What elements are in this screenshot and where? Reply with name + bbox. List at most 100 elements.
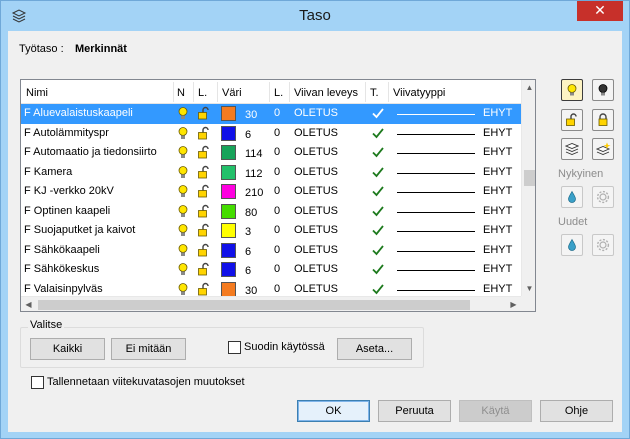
- horizontal-scrollbar[interactable]: ◀ ▶: [21, 296, 521, 311]
- line-width-value: 0: [274, 107, 281, 119]
- scroll-down-arrow-icon[interactable]: ▼: [522, 281, 535, 296]
- color-swatch[interactable]: [221, 164, 236, 180]
- layer-name: F Optinen kaapeli: [24, 204, 111, 217]
- current-settings-button: [592, 186, 614, 208]
- checkmark-icon[interactable]: [371, 204, 385, 218]
- scroll-left-arrow-icon[interactable]: ◀: [21, 297, 36, 311]
- line-width-value: 0: [274, 204, 281, 217]
- lightbulb-icon[interactable]: [176, 184, 190, 199]
- checkmark-icon[interactable]: [371, 223, 385, 237]
- filter-checkbox[interactable]: [228, 341, 241, 354]
- scroll-right-arrow-icon[interactable]: ▶: [506, 297, 521, 311]
- color-swatch[interactable]: [221, 223, 236, 238]
- lock-layer-button[interactable]: [592, 109, 614, 131]
- help-button[interactable]: Ohje: [540, 400, 613, 422]
- lightbulb-icon[interactable]: [176, 106, 190, 121]
- cancel-button[interactable]: Peruuta: [378, 400, 451, 422]
- vertical-scroll-thumb[interactable]: [524, 170, 535, 186]
- table-row[interactable]: F Sähkökaapeli 6 0 OLETUS EHYT: [21, 241, 521, 261]
- select-none-button[interactable]: Ei mitään: [111, 338, 186, 360]
- padlock-icon[interactable]: [197, 145, 211, 160]
- checkmark-icon[interactable]: [371, 145, 385, 159]
- table-row[interactable]: F Sähkökeskus 6 0 OLETUS EHYT: [21, 260, 521, 280]
- table-row[interactable]: F Automaatio ja tiedonsiirto 114 0 OLETUS EH…: [21, 143, 521, 163]
- lightbulb-icon[interactable]: [176, 243, 190, 258]
- scroll-up-arrow-icon[interactable]: ▲: [522, 80, 535, 95]
- table-row[interactable]: F Suojaputket ja kaivot 3 0 OLETUS EHYT: [21, 221, 521, 241]
- color-swatch[interactable]: [221, 145, 236, 160]
- column-header-name[interactable]: Nimi: [26, 87, 48, 101]
- horizontal-scroll-thumb[interactable]: [38, 300, 470, 310]
- linetype-preview: [397, 192, 475, 193]
- select-all-button[interactable]: Kaikki: [30, 338, 105, 360]
- lightbulb-icon[interactable]: [176, 204, 190, 219]
- lightbulb-icon[interactable]: [176, 126, 190, 141]
- checkmark-icon[interactable]: [371, 165, 385, 179]
- hide-layer-button[interactable]: [592, 79, 614, 101]
- column-header-linewidth[interactable]: Viivan leveys: [294, 87, 358, 101]
- table-row[interactable]: F KJ -verkko 20kV 210 0 OLETUS EHYT: [21, 182, 521, 202]
- padlock-icon[interactable]: [197, 262, 211, 277]
- column-header-linewidth-short[interactable]: L.: [274, 87, 283, 101]
- layer-properties-button[interactable]: [561, 138, 583, 160]
- layer-name: F KJ -verkko 20kV: [24, 185, 114, 197]
- color-swatch[interactable]: [221, 106, 236, 121]
- lightbulb-icon[interactable]: [176, 223, 190, 238]
- new-layer-button[interactable]: [592, 138, 614, 160]
- layer-name: F Autolämmityspr: [24, 126, 109, 139]
- close-button[interactable]: ✕: [577, 1, 623, 21]
- vertical-scrollbar[interactable]: ▲ ▼: [521, 80, 535, 296]
- padlock-icon[interactable]: [197, 223, 211, 238]
- color-index: 6: [245, 128, 252, 141]
- line-width-name: OLETUS: [294, 107, 339, 119]
- checkmark-icon[interactable]: [371, 106, 385, 120]
- padlock-icon[interactable]: [197, 126, 211, 141]
- layer-grid[interactable]: Nimi N L. Väri L. Viivan leveys T. Viiva…: [20, 79, 536, 312]
- table-row[interactable]: F Aluevalaistuskaapeli 30 0 OLETUS EHYT: [21, 104, 521, 124]
- color-swatch[interactable]: [221, 262, 236, 277]
- color-swatch[interactable]: [221, 125, 236, 141]
- column-header-print[interactable]: T.: [370, 87, 379, 101]
- save-reference-layers-checkbox[interactable]: [31, 376, 44, 389]
- set-filter-button[interactable]: Aseta...: [337, 338, 412, 360]
- column-header-locked[interactable]: L.: [198, 87, 207, 101]
- padlock-icon[interactable]: [197, 204, 211, 219]
- column-header-visible[interactable]: N: [177, 87, 185, 101]
- table-row[interactable]: F Kamera 112 0 OLETUS EHYT: [21, 163, 521, 183]
- padlock-icon[interactable]: [197, 184, 211, 199]
- padlock-icon[interactable]: [197, 243, 211, 258]
- checkmark-icon[interactable]: [371, 243, 385, 257]
- checkmark-icon[interactable]: [371, 262, 385, 276]
- linetype-name: EHYT: [483, 146, 513, 158]
- linetype-name: EHYT: [483, 282, 513, 295]
- color-index: 6: [245, 265, 252, 277]
- layer-name: F Sähkökeskus: [24, 263, 100, 275]
- color-swatch[interactable]: [221, 184, 236, 199]
- padlock-icon[interactable]: [197, 106, 211, 121]
- layer-dialog-window: Taso ✕ Työtaso : Merkinnät Nimi N L. Vär…: [0, 0, 630, 439]
- lightbulb-icon[interactable]: [176, 282, 190, 297]
- color-swatch[interactable]: [221, 203, 236, 219]
- color-swatch[interactable]: [221, 242, 236, 258]
- lightbulb-icon[interactable]: [176, 165, 190, 180]
- show-layer-button[interactable]: [561, 79, 583, 101]
- checkmark-icon[interactable]: [371, 126, 385, 140]
- unlock-layer-button[interactable]: [561, 109, 583, 131]
- checkmark-icon[interactable]: [371, 184, 385, 198]
- column-header-color[interactable]: Väri: [222, 87, 242, 101]
- color-swatch[interactable]: [221, 281, 236, 297]
- table-row[interactable]: F Autolämmityspr 6 0 OLETUS EHYT: [21, 124, 521, 144]
- lightbulb-icon[interactable]: [176, 262, 190, 277]
- lightbulb-icon[interactable]: [176, 145, 190, 160]
- linetype-name: EHYT: [483, 126, 513, 139]
- linetype-preview: [397, 172, 475, 174]
- padlock-icon[interactable]: [197, 282, 211, 297]
- padlock-open-icon: [566, 113, 577, 126]
- layers-stack-icon: [565, 143, 579, 155]
- padlock-icon[interactable]: [197, 165, 211, 180]
- checkmark-icon[interactable]: [371, 282, 385, 296]
- new-settings-button: [592, 234, 614, 256]
- table-row[interactable]: F Optinen kaapeli 80 0 OLETUS EHYT: [21, 202, 521, 222]
- ok-button[interactable]: OK: [297, 400, 370, 422]
- column-header-linetype[interactable]: Viivatyyppi: [393, 87, 445, 101]
